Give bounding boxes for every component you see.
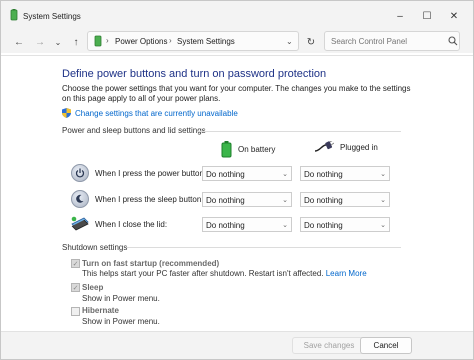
chevron-down-icon: ⌄ [380,222,386,229]
title-bar: System Settings – ☐ ✕ [1,1,473,31]
power-button-plugged-select[interactable]: Do nothing ⌄ [300,166,390,181]
breadcrumb-separator-icon: › [169,36,172,45]
power-button-battery-select[interactable]: Do nothing ⌄ [202,166,292,181]
sleep-checkbox[interactable]: ✓ [71,283,80,292]
sleep-button-label: When I press the sleep button: [95,195,204,204]
sleep-button-battery-select[interactable]: Do nothing ⌄ [202,192,292,207]
up-arrow-icon[interactable]: ↑ [68,34,84,50]
column-on-battery-label: On battery [238,145,276,154]
section-shutdown-label: Shutdown settings [62,243,128,252]
maximize-button[interactable]: ☐ [414,7,440,25]
power-button-icon [71,164,89,182]
close-lid-battery-select[interactable]: Do nothing ⌄ [202,217,292,232]
navigation-bar: ← → ⌄ ↑ › Power Options › System Setting… [1,31,473,53]
control-panel-icon [94,35,102,47]
minimize-button[interactable]: – [387,7,413,25]
address-bar[interactable]: › Power Options › System Settings ⌄ [87,31,299,51]
change-settings-link[interactable]: Change settings that are currently unava… [62,108,238,118]
close-lid-plugged-select[interactable]: Do nothing ⌄ [300,217,390,232]
battery-icon [221,141,232,158]
page-title: Define power buttons and turn on passwor… [62,68,327,80]
footer-bar: Save changes Cancel [1,331,473,359]
page-description: Choose the power settings that you want … [62,84,411,103]
sleep-button-plugged-select[interactable]: Do nothing ⌄ [300,192,390,207]
divider [1,55,473,56]
sleep-title: Sleep [82,283,104,292]
power-options-icon [10,9,18,21]
save-changes-button[interactable]: Save changes [292,337,366,354]
column-plugged-in-label: Plugged in [340,142,378,152]
recent-locations-chevron-icon[interactable]: ⌄ [50,34,66,50]
laptop-lid-icon [71,216,89,231]
section-divider [197,131,401,132]
fast-startup-title: Turn on fast startup (recommended) [82,259,220,268]
section-power-label: Power and sleep buttons and lid settings [62,126,206,135]
power-button-plugged-value: Do nothing [304,170,343,179]
fast-startup-description: This helps start your PC faster after sh… [82,269,367,278]
close-button[interactable]: ✕ [441,7,467,25]
breadcrumb-power-options[interactable]: Power Options [115,37,167,46]
uac-shield-icon [62,108,71,118]
back-arrow-icon[interactable]: ← [11,34,27,50]
system-settings-window: System Settings – ☐ ✕ ← → ⌄ ↑ › Power Op… [0,0,474,360]
sleep-description: Show in Power menu. [82,294,160,303]
refresh-icon[interactable]: ↻ [303,34,319,50]
power-button-label: When I press the power button: [95,169,207,178]
hibernate-checkbox[interactable] [71,307,80,316]
chevron-down-icon: ⌄ [282,171,288,178]
cancel-button[interactable]: Cancel [360,337,412,354]
search-icon [448,36,458,46]
chevron-down-icon: ⌄ [282,222,288,229]
column-plugged-in: Plugged in [314,141,378,153]
sleep-button-plugged-value: Do nothing [304,196,343,205]
learn-more-link[interactable]: Learn More [326,269,367,278]
hibernate-description: Show in Power menu. [82,317,160,326]
chevron-down-icon: ⌄ [282,197,288,204]
address-dropdown-icon[interactable]: ⌄ [286,37,293,46]
fast-startup-desc-text: This helps start your PC faster after sh… [82,269,324,278]
chevron-down-icon: ⌄ [380,197,386,204]
change-settings-link-label[interactable]: Change settings that are currently unava… [75,109,238,118]
search-input[interactable] [324,31,460,51]
close-lid-label: When I close the lid: [95,220,168,229]
fast-startup-checkbox[interactable]: ✓ [71,259,80,268]
section-divider [127,247,401,248]
close-lid-battery-value: Do nothing [206,221,245,230]
window-title: System Settings [23,12,81,21]
power-button-battery-value: Do nothing [206,170,245,179]
chevron-down-icon: ⌄ [380,171,386,178]
power-plug-icon [314,141,334,152]
breadcrumb-separator-icon: › [106,36,109,45]
column-on-battery: On battery [221,141,275,158]
breadcrumb-system-settings[interactable]: System Settings [177,37,235,46]
forward-arrow-icon[interactable]: → [32,34,48,50]
sleep-button-battery-value: Do nothing [206,196,245,205]
hibernate-title: Hibernate [82,306,119,315]
close-lid-plugged-value: Do nothing [304,221,343,230]
sleep-button-icon [71,190,89,208]
